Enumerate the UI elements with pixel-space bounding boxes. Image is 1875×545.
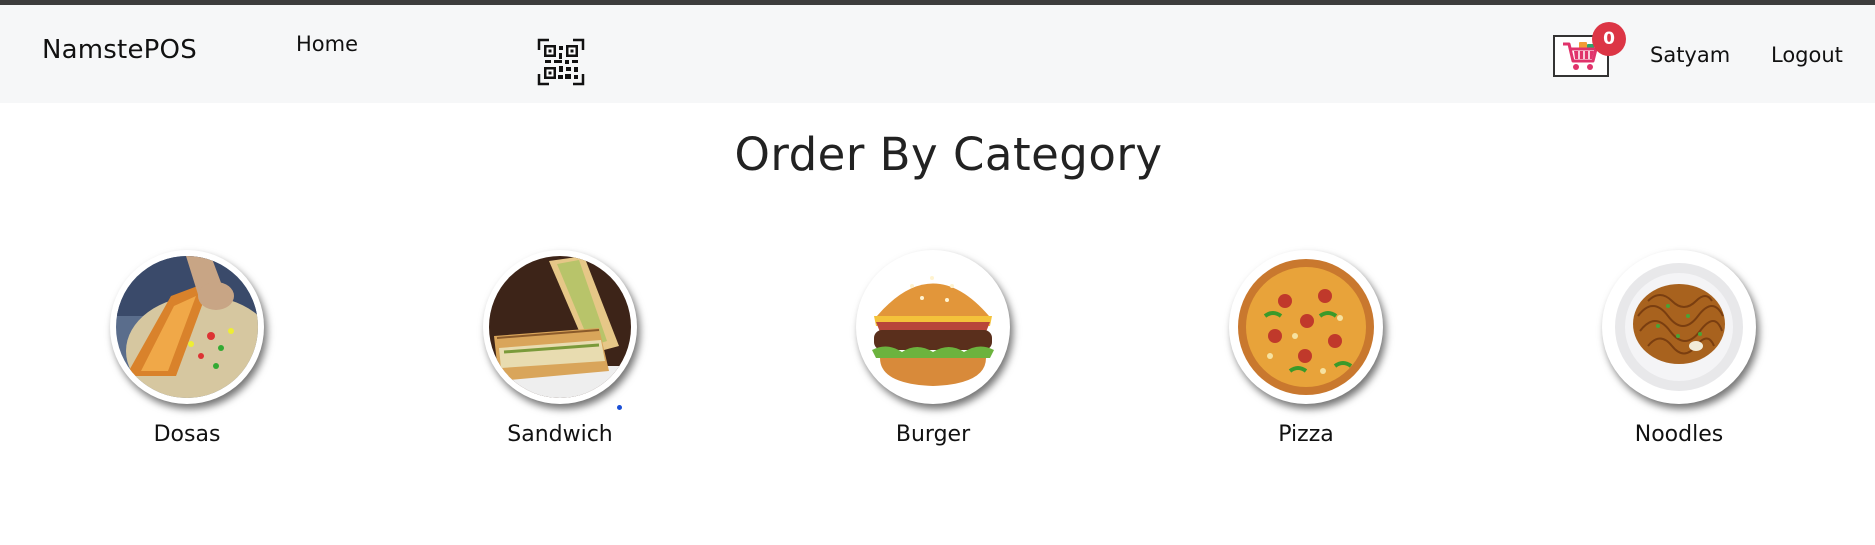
cursor-dot bbox=[617, 405, 622, 410]
page-title: Order By Category bbox=[734, 128, 1163, 181]
logout-link[interactable]: Logout bbox=[1771, 43, 1843, 67]
burger-image bbox=[862, 256, 1004, 398]
brand-logo[interactable]: NamstePOS bbox=[42, 35, 197, 65]
qr-code-icon[interactable] bbox=[537, 38, 585, 86]
user-name[interactable]: Satyam bbox=[1650, 43, 1730, 67]
noodles-image bbox=[1608, 256, 1750, 398]
category-label: Sandwich bbox=[507, 422, 613, 447]
dosa-image bbox=[116, 256, 258, 398]
nav-home-link[interactable]: Home bbox=[296, 32, 358, 56]
category-label: Burger bbox=[895, 422, 971, 447]
category-card-burger[interactable]: Burger bbox=[823, 250, 1043, 447]
category-image-frame bbox=[1602, 250, 1756, 404]
category-label: Dosas bbox=[153, 422, 221, 447]
category-image-frame bbox=[856, 250, 1010, 404]
navbar: NamstePOS Home 0 Satyam Logout bbox=[0, 5, 1875, 103]
category-card-dosas[interactable]: Dosas bbox=[77, 250, 297, 447]
category-label: Noodles bbox=[1634, 422, 1724, 447]
pizza-image bbox=[1235, 256, 1377, 398]
category-card-noodles[interactable]: Noodles bbox=[1569, 250, 1789, 447]
category-card-sandwich[interactable]: Sandwich bbox=[450, 250, 670, 447]
cart-count-badge: 0 bbox=[1592, 22, 1626, 56]
sandwich-image bbox=[489, 256, 631, 398]
category-image-frame bbox=[483, 250, 637, 404]
category-card-pizza[interactable]: Pizza bbox=[1196, 250, 1416, 447]
category-image-frame bbox=[110, 250, 264, 404]
category-list: Dosas Sandwich Burger Pizza Noodles bbox=[0, 250, 1875, 460]
category-label: Pizza bbox=[1278, 422, 1334, 447]
category-image-frame bbox=[1229, 250, 1383, 404]
